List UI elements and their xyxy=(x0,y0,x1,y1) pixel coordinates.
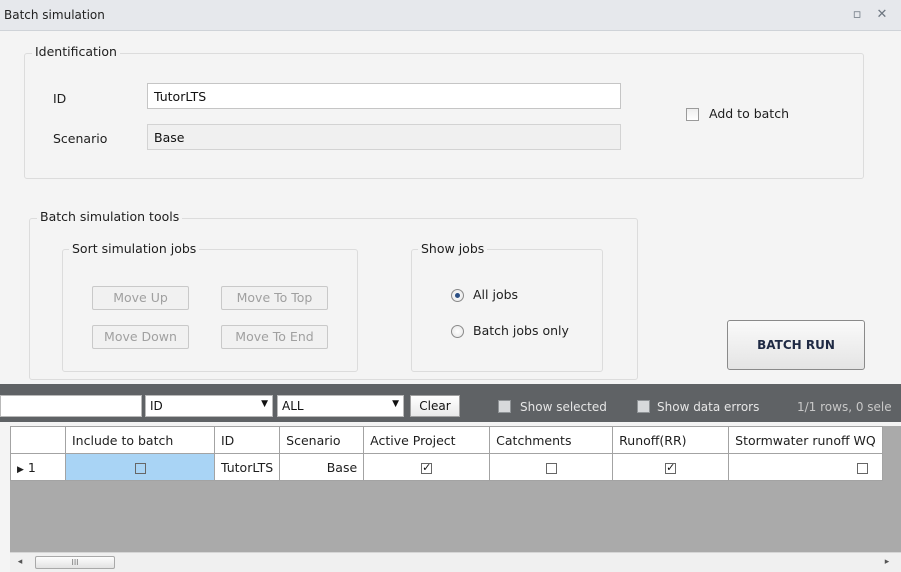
include-cell[interactable] xyxy=(65,453,215,481)
include-checkbox[interactable] xyxy=(134,462,146,474)
catchments-cell[interactable] xyxy=(489,453,614,481)
horizontal-scrollbar[interactable]: ◂ III ▸ xyxy=(10,552,901,572)
add-to-batch-checkbox[interactable] xyxy=(686,108,699,121)
grid-left-margin xyxy=(0,426,10,572)
id-cell[interactable]: TutorLTS xyxy=(213,453,281,481)
batch-tools-legend: Batch simulation tools xyxy=(37,209,183,224)
chevron-down-icon: ▼ xyxy=(261,399,268,409)
batch-run-button[interactable]: BATCH RUN xyxy=(727,320,865,370)
move-to-end-button[interactable]: Move To End xyxy=(221,325,328,349)
show-selected-label: Show selected xyxy=(520,400,607,414)
chevron-down-icon: ▼ xyxy=(392,399,399,409)
batch-simulation-window: Batch simulation ▫ ✕ Identification ID T… xyxy=(0,0,901,572)
filter-search-input[interactable] xyxy=(0,395,142,417)
runoff-cell[interactable] xyxy=(612,453,730,481)
column-header[interactable]: ID xyxy=(213,426,281,454)
batch-jobs-only-label: Batch jobs only xyxy=(473,323,569,338)
table-header-row: Include to batch ID Scenario Active Proj… xyxy=(10,426,883,454)
row-header[interactable]: ▶ 1 xyxy=(10,453,66,481)
scenario-cell[interactable]: Base xyxy=(279,453,365,481)
jobs-grid: Include to batch ID Scenario Active Proj… xyxy=(10,426,901,552)
clear-button[interactable]: Clear xyxy=(410,395,460,417)
move-down-button[interactable]: Move Down xyxy=(92,325,189,349)
active-project-cell[interactable] xyxy=(363,453,491,481)
value-select-value: ALL xyxy=(282,399,304,413)
move-to-top-button[interactable]: Move To Top xyxy=(221,286,328,310)
all-jobs-radio[interactable] xyxy=(451,289,464,302)
show-jobs-group xyxy=(411,249,603,372)
id-label: ID xyxy=(53,91,67,106)
value-select[interactable]: ALL ▼ xyxy=(277,395,404,417)
scroll-left-icon[interactable]: ◂ xyxy=(14,557,26,569)
column-header[interactable]: Runoff(RR) xyxy=(612,426,730,454)
column-header[interactable]: Include to batch xyxy=(65,426,215,454)
show-data-errors-checkbox[interactable] xyxy=(637,400,650,413)
scenario-label: Scenario xyxy=(53,131,108,146)
scroll-right-icon[interactable]: ▸ xyxy=(881,557,893,569)
stormwater-checkbox[interactable] xyxy=(856,462,868,474)
row-pointer-icon: ▶ xyxy=(17,464,24,475)
identification-legend: Identification xyxy=(32,44,120,59)
title-bar: Batch simulation ▫ ✕ xyxy=(0,0,901,31)
show-jobs-legend: Show jobs xyxy=(418,241,488,256)
runoff-checkbox[interactable] xyxy=(665,461,677,474)
show-data-errors-label: Show data errors xyxy=(657,400,760,414)
all-jobs-label: All jobs xyxy=(473,287,519,302)
stormwater-cell[interactable] xyxy=(728,453,883,481)
close-icon[interactable]: ✕ xyxy=(874,7,890,23)
active-project-checkbox[interactable] xyxy=(421,461,433,474)
table-row[interactable]: ▶ 1 TutorLTS Base xyxy=(10,453,883,481)
id-field[interactable]: TutorLTS xyxy=(147,83,621,109)
sort-jobs-legend: Sort simulation jobs xyxy=(69,241,200,256)
column-select-value: ID xyxy=(150,399,163,413)
show-selected-checkbox[interactable] xyxy=(498,400,511,413)
column-header[interactable]: Scenario xyxy=(279,426,365,454)
column-header[interactable]: Active Project xyxy=(363,426,491,454)
move-up-button[interactable]: Move Up xyxy=(92,286,189,310)
add-to-batch-label: Add to batch xyxy=(709,106,789,121)
scrollbar-thumb[interactable]: III xyxy=(35,556,115,569)
jobs-table: Include to batch ID Scenario Active Proj… xyxy=(10,426,883,481)
column-header[interactable]: Stormwater runoff WQ xyxy=(728,426,883,454)
catchments-checkbox[interactable] xyxy=(545,462,557,474)
window-title: Batch simulation xyxy=(4,8,105,22)
maximize-icon[interactable]: ▫ xyxy=(849,7,865,23)
row-number: 1 xyxy=(27,459,36,475)
column-select[interactable]: ID ▼ xyxy=(145,395,273,417)
batch-jobs-only-radio[interactable] xyxy=(451,325,464,338)
rows-info: 1/1 rows, 0 sele xyxy=(797,400,892,414)
column-header[interactable]: Catchments xyxy=(489,426,614,454)
sort-jobs-group xyxy=(62,249,358,372)
scenario-field[interactable]: Base xyxy=(147,124,621,150)
row-header-corner xyxy=(10,426,66,454)
